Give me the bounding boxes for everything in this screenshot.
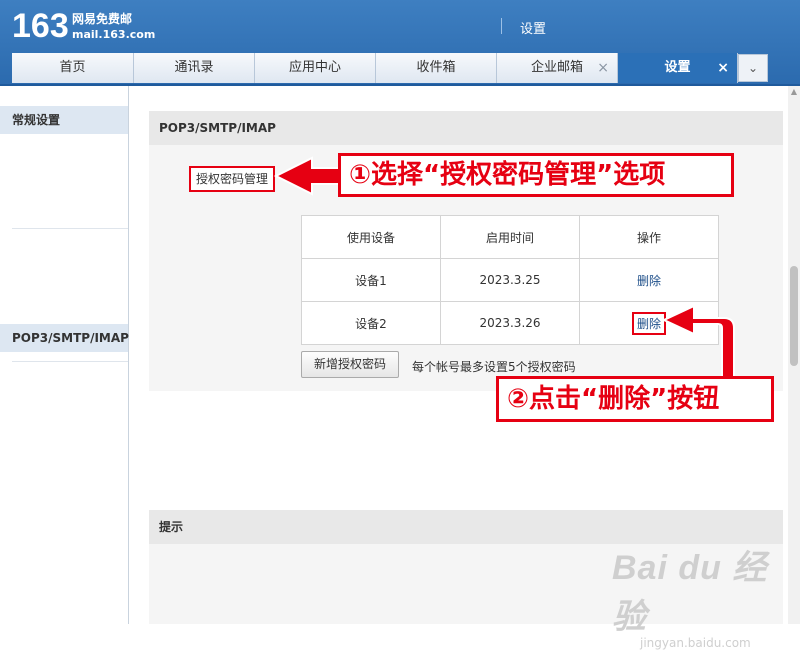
tab-contacts[interactable]: 通讯录 [134,53,255,83]
watermark-brand: Bai du 经验 [612,549,768,636]
tab-label: 收件箱 [416,60,456,75]
table-header-row: 使用设备 启用时间 操作 [301,215,719,259]
annotation-step-1: ①选择“授权密码管理”选项 [338,153,734,197]
action-cell: 删除 [579,258,719,302]
scroll-up-icon[interactable]: ▲ [788,86,800,98]
sidebar-item-general[interactable]: 常规设置 [0,106,128,134]
scrollbar-thumb[interactable] [790,266,798,366]
logo-number[interactable]: 163 [12,6,69,46]
table-row: 设备1 2023.3.25 删除 [301,258,719,302]
column-header: 使用设备 [301,215,441,259]
tab-settings[interactable]: 设置 × [618,53,738,83]
logo-brand: 网易免费邮 [72,12,133,26]
tab-home[interactable]: 首页 [12,53,134,83]
auth-password-limit-note: 每个帐号最多设置5个授权密码 [412,360,576,374]
add-auth-password-button[interactable]: 新增授权密码 [301,351,399,378]
header-divider [501,18,502,34]
tab-inbox[interactable]: 收件箱 [376,53,497,83]
tab-label: 通讯录 [174,60,214,75]
chevron-down-icon[interactable]: ⌄ [738,54,768,82]
delete-link[interactable]: 删除 [637,274,661,288]
sidebar-divider [12,228,128,229]
tab-label: 企业邮箱 [530,60,583,75]
tab-enterprise-mail[interactable]: 企业邮箱 × [497,53,618,83]
sidebar-item-pop3[interactable]: POP3/SMTP/IMAP [0,324,129,352]
logo-domain: mail.163.com [72,28,156,41]
app-header: 163 网易免费邮 mail.163.com 设置 首页 通讯录 应用中心 收件… [0,0,800,86]
tab-bar: 首页 通讯录 应用中心 收件箱 企业邮箱 × 设置 × ⌄ [0,50,800,86]
baidu-watermark: Bai du 经验 jingyan.baidu.com [612,540,800,650]
action-cell: 删除 [579,301,719,345]
devices-table: 使用设备 启用时间 操作 设备1 2023.3.25 删除 设备2 2023.3… [301,215,719,345]
delete-link-highlighted[interactable]: 删除 [631,311,666,335]
settings-sidebar: 常规设置 POP3/SMTP/IMAP [0,86,129,624]
enable-time: 2023.3.26 [440,301,580,345]
close-icon[interactable]: × [717,53,729,83]
tips-title: 提示 [149,510,783,544]
enable-time: 2023.3.25 [440,258,580,302]
device-name: 设备1 [301,258,441,302]
tab-label: 首页 [59,60,86,75]
table-row: 设备2 2023.3.26 删除 [301,301,719,345]
device-name: 设备2 [301,301,441,345]
column-header: 启用时间 [440,215,580,259]
sidebar-divider [12,361,128,362]
tab-label: 设置 [664,60,691,75]
tab-label: 应用中心 [288,60,341,75]
tab-app-center[interactable]: 应用中心 [255,53,376,83]
close-icon[interactable]: × [597,53,609,83]
auth-password-link[interactable]: 授权密码管理 [189,166,275,192]
section-title: POP3/SMTP/IMAP [149,111,783,145]
watermark-url: jingyan.baidu.com [640,636,751,650]
column-header: 操作 [579,215,719,259]
annotation-step-2: ②点击“删除”按钮 [496,376,774,422]
page-title: 设置 [520,22,547,37]
